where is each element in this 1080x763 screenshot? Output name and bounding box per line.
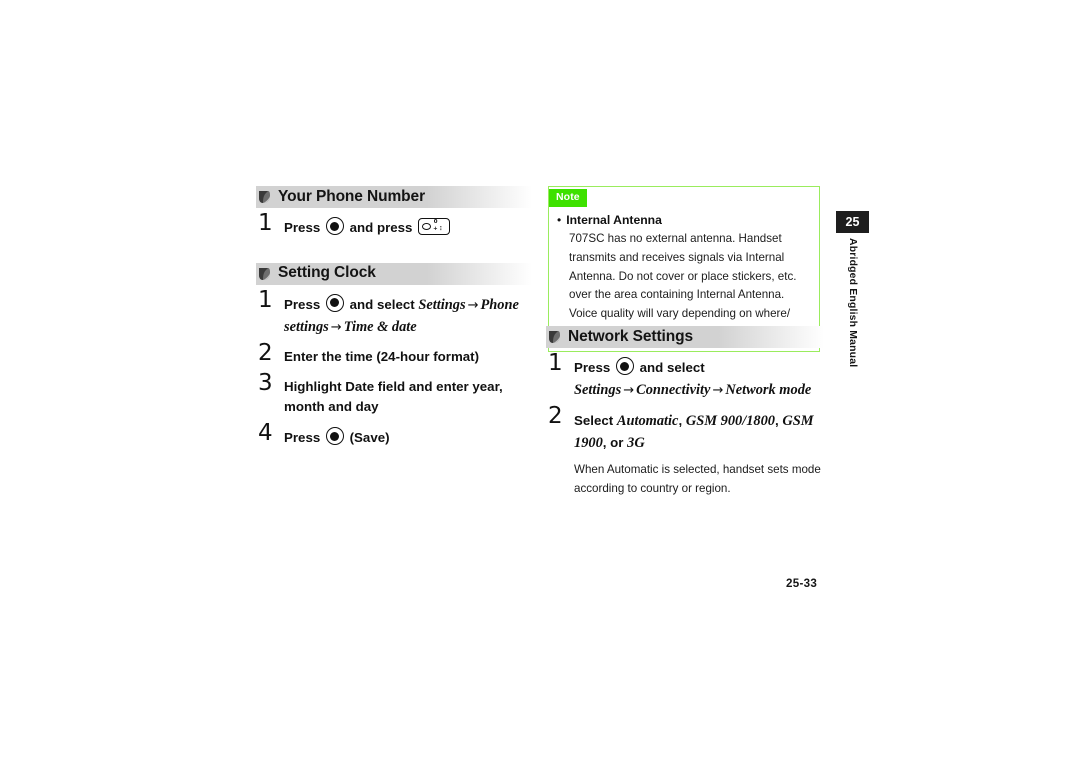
step-item: 2 Enter the time (24-hour format) <box>256 342 532 368</box>
step-item: 1 Press and select Settings → Connectivity… <box>546 352 824 401</box>
section-header-network-settings: Network Settings <box>546 326 824 348</box>
step-text-fragment: (Save) <box>345 430 390 446</box>
section-marker-icon <box>258 190 271 204</box>
option-value: Automatic <box>616 412 679 429</box>
center-select-key-icon <box>325 293 344 312</box>
section-title: Network Settings <box>568 327 694 345</box>
step-item: 4 Press (Save) <box>256 422 532 449</box>
step-text: Press and press 0 + ⋮ <box>284 217 532 239</box>
note-tab-label: Note <box>549 189 587 207</box>
step-subtext: When Automatic is selected, handset sets… <box>574 462 821 495</box>
zero-plus-key-icon: 0 + ⋮ <box>418 218 451 235</box>
step-number: 2 <box>258 340 273 367</box>
page-number: 25-33 <box>786 577 818 590</box>
step-item: 1 Press and press 0 + ⋮ <box>256 212 532 239</box>
menu-path-item: Time & date <box>343 318 417 335</box>
arrow-icon: → <box>330 319 342 335</box>
page-section-number: 25 <box>845 215 860 229</box>
page-section-label-vertical: Abridged English Manual <box>836 238 869 368</box>
step-text: Press and select Settings → Connectivity → N… <box>574 357 824 401</box>
page-section-label-text: Abridged English Manual <box>847 238 858 368</box>
arrow-icon: → <box>467 297 479 313</box>
step-item: 2 Select Automatic, GSM 900/1800, GSM 19… <box>546 404 824 498</box>
step-number: 3 <box>258 369 273 396</box>
bullet-icon: • <box>557 212 562 227</box>
menu-path-item: Network mode <box>725 381 812 398</box>
step-text: Highlight Date field and enter year, mon… <box>284 377 532 418</box>
step-text-fragment: Enter the time (24-hour format) <box>284 349 480 365</box>
option-value: 3G <box>627 435 645 452</box>
step-text-fragment: Select <box>574 412 617 428</box>
step-text-fragment: and select <box>345 296 419 312</box>
arrow-icon: → <box>712 382 724 398</box>
step-text-fragment: , or <box>602 435 628 451</box>
step-number: 1 <box>258 286 273 313</box>
step-item: 3 Highlight Date field and enter year, m… <box>256 371 532 418</box>
section-header-your-phone-number: Your Phone Number <box>256 186 532 208</box>
section-marker-icon <box>548 330 561 344</box>
section-marker-icon <box>258 267 271 281</box>
step-number: 4 <box>258 420 273 447</box>
section-title: Your Phone Number <box>278 187 425 205</box>
step-number: 1 <box>548 350 563 376</box>
step-text-fragment: Press <box>284 430 324 446</box>
arrow-icon: → <box>623 382 635 398</box>
step-text: Press (Save) <box>284 427 532 449</box>
step-item: 1 Press and select Settings → Phone settin… <box>256 288 532 339</box>
step-text-fragment: Press <box>574 360 614 375</box>
center-select-key-icon <box>615 357 634 375</box>
note-heading-row: • Internal Antenna <box>557 213 811 228</box>
option-value: GSM 900/1800 <box>685 412 775 429</box>
step-text-fragment: , <box>678 412 686 428</box>
note-heading: Internal Antenna <box>566 212 662 227</box>
step-text: Select Automatic, GSM 900/1800, GSM 1900… <box>574 410 824 455</box>
left-column: Your Phone Number 1 Press and press 0 + … <box>256 186 532 449</box>
page-section-tab: 25 <box>836 211 869 233</box>
step-text-fragment: Press <box>284 296 324 312</box>
menu-path-item: Settings <box>574 381 622 398</box>
menu-path-item: Connectivity <box>636 381 711 398</box>
step-number: 2 <box>548 402 563 429</box>
center-select-key-icon <box>325 427 344 446</box>
right-column: Network Settings 1 Press and select Sett… <box>546 326 824 498</box>
section-header-setting-clock: Setting Clock <box>256 262 532 285</box>
step-text-fragment: Press <box>284 220 324 235</box>
center-select-key-icon <box>325 217 344 235</box>
step-text: Press and select Settings → Phone settings… <box>284 293 532 339</box>
step-text-fragment: and press <box>345 220 417 235</box>
menu-path-item: Settings <box>418 296 466 313</box>
manual-page: Your Phone Number 1 Press and press 0 + … <box>0 0 1080 763</box>
step-number: 1 <box>258 210 273 236</box>
step-text-fragment: Highlight Date field and enter year, mon… <box>284 378 503 415</box>
section-title: Setting Clock <box>278 264 376 282</box>
step-text: Enter the time (24-hour format) <box>284 347 532 368</box>
step-text-fragment: and select <box>635 360 705 375</box>
